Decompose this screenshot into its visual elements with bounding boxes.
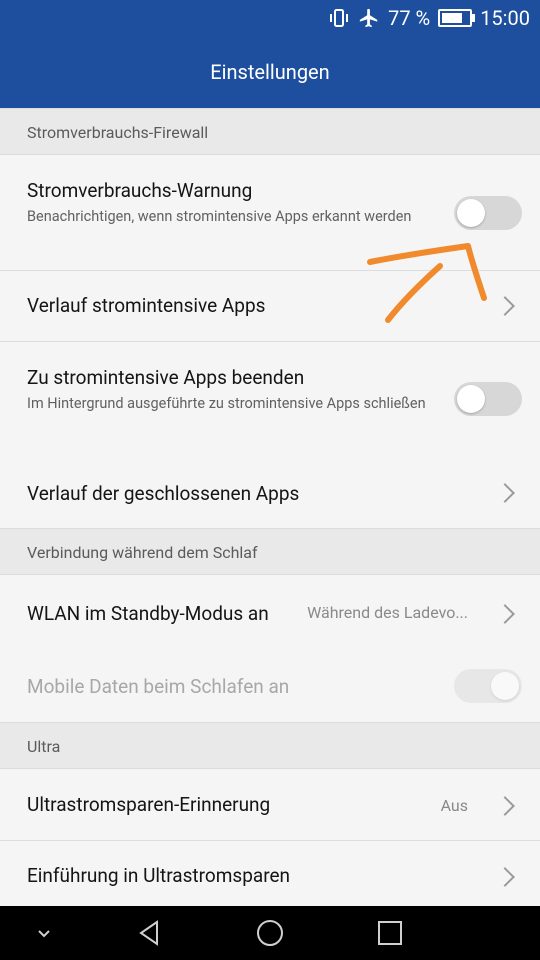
toggle-knob	[457, 385, 485, 413]
setting-title: Verlauf stromintensive Apps	[27, 294, 266, 317]
setting-ultra-intro[interactable]: Einführung in Ultrastromsparen	[0, 841, 540, 906]
toggle-knob	[491, 672, 519, 700]
app-bar: Einstellungen	[0, 36, 540, 108]
power-warning-toggle[interactable]	[454, 196, 522, 230]
close-intensive-apps-toggle[interactable]	[454, 382, 522, 416]
section-header-firewall: Stromverbrauchs-Firewall	[0, 108, 540, 155]
setting-title: Einführung in Ultrastromsparen	[27, 864, 291, 887]
setting-title: Stromverbrauchs-Warnung	[27, 179, 253, 202]
battery-percent: 77 %	[388, 6, 431, 30]
battery-icon	[438, 9, 476, 27]
setting-value: Aus	[440, 796, 468, 815]
setting-subtitle: Im Hintergrund ausgeführte zu strominten…	[27, 395, 426, 412]
section-header-ultra: Ultra	[0, 722, 540, 769]
section-header-label: Ultra	[27, 737, 61, 756]
navigation-bar	[0, 906, 540, 960]
setting-power-history[interactable]: Verlauf stromintensive Apps	[0, 271, 540, 341]
section-header-sleep-connection: Verbindung während dem Schlaf	[0, 528, 540, 575]
setting-closed-apps-history[interactable]: Verlauf der geschlossenen Apps	[0, 458, 540, 528]
battery-fill	[442, 13, 463, 23]
mobile-data-sleep-toggle	[454, 669, 522, 703]
airplane-icon	[359, 8, 378, 28]
vibrate-icon	[330, 9, 349, 27]
status-bar: 77 % 15:00	[0, 0, 540, 36]
status-icons: 77 % 15:00	[328, 0, 530, 36]
setting-title: Zu stromintensive Apps beenden	[27, 366, 305, 389]
page-title: Einstellungen	[210, 60, 330, 84]
recents-icon[interactable]	[360, 906, 420, 960]
toggle-knob	[457, 199, 485, 227]
back-icon[interactable]	[120, 906, 180, 960]
setting-title: Ultrastromsparen-Erinnerung	[27, 793, 271, 816]
setting-title: Verlauf der geschlossenen Apps	[27, 482, 300, 505]
setting-title: Mobile Daten beim Schlafen an	[27, 675, 290, 698]
section-header-label: Verbindung während dem Schlaf	[27, 543, 258, 562]
setting-subtitle: Benachrichtigen, wenn stromintensive App…	[27, 208, 412, 225]
chevron-down-icon[interactable]	[14, 906, 74, 960]
setting-value: Während des Ladevo...	[307, 603, 468, 622]
section-header-label: Stromverbrauchs-Firewall	[27, 123, 209, 142]
clock: 15:00	[480, 6, 530, 30]
home-icon[interactable]	[240, 906, 300, 960]
